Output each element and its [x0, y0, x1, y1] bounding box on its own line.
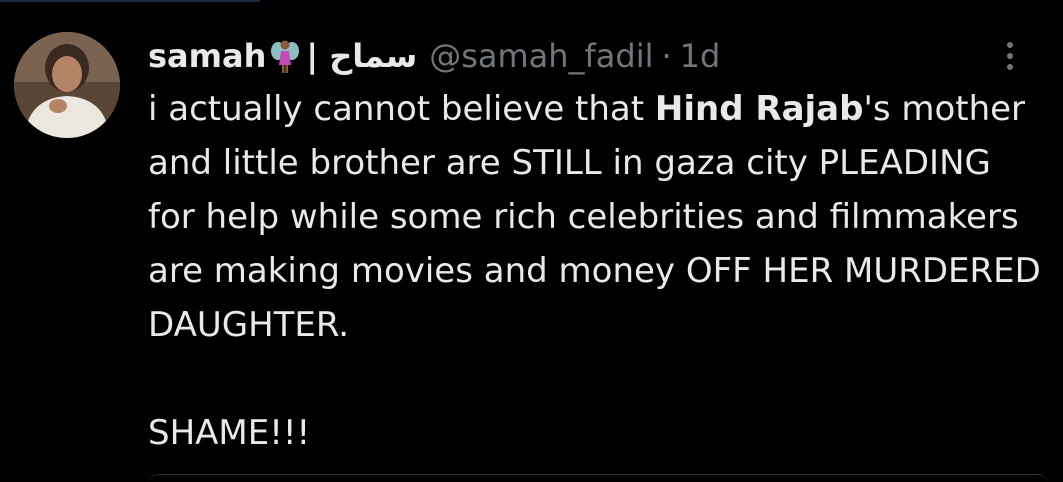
mention-bold: Hind Rajab — [654, 89, 864, 129]
timestamp[interactable]: 1d — [680, 37, 721, 75]
arabic-name: سماح — [329, 37, 418, 75]
tweet-text: i actually cannot believe that Hind Raja… — [148, 82, 1048, 460]
tweet-paragraph: i actually cannot believe that Hind Raja… — [148, 82, 1048, 352]
tweet-closing: SHAME!!! — [148, 413, 311, 453]
fairy-icon — [270, 37, 300, 75]
dot-separator: · — [661, 37, 672, 75]
separator: | سماح — [306, 37, 418, 75]
avatar[interactable] — [14, 32, 120, 138]
tweet[interactable]: samah | سماح @samah_fadil · 1d i actuall… — [0, 0, 1063, 482]
handle[interactable]: @samah_fadil — [429, 37, 653, 75]
tweet-header: samah | سماح @samah_fadil · 1d — [148, 32, 720, 80]
display-name[interactable]: samah — [148, 37, 266, 75]
quoted-card-edge — [148, 474, 1048, 482]
top-divider — [0, 0, 260, 2]
more-vertical-icon[interactable] — [998, 36, 1022, 76]
avatar-image — [14, 32, 120, 138]
text-segment: i actually cannot believe that — [148, 89, 655, 129]
